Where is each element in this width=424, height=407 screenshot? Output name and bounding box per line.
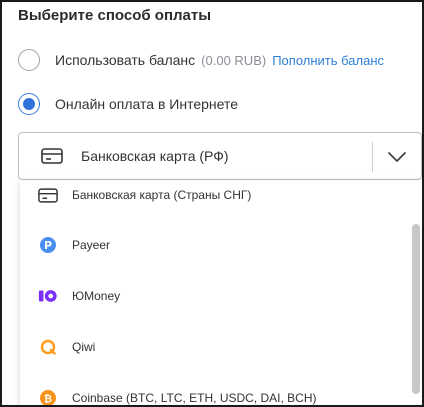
section-title: Выберите способ оплаты bbox=[18, 7, 212, 24]
dropdown-scrollbar[interactable] bbox=[412, 224, 420, 394]
svg-text:₿: ₿ bbox=[44, 393, 52, 405]
coinbase-icon: ₿ bbox=[38, 388, 58, 405]
balance-radio[interactable] bbox=[18, 49, 40, 71]
select-divider bbox=[372, 142, 373, 172]
balance-amount: (0.00 RUB) bbox=[201, 52, 267, 68]
card-icon bbox=[38, 185, 58, 205]
balance-option[interactable]: Использовать баланс (0.00 RUB) Пополнить… bbox=[18, 47, 384, 73]
payment-method-dropdown: Банковская карта (Страны СНГ) P Payeer Ю… bbox=[20, 180, 422, 405]
payment-method-panel: Выберите способ оплаты Использовать бала… bbox=[0, 0, 424, 407]
qiwi-icon bbox=[38, 337, 58, 357]
yoomoney-icon bbox=[38, 286, 58, 306]
option-label: Qiwi bbox=[72, 340, 96, 354]
balance-label: Использовать баланс bbox=[55, 52, 196, 68]
radio-selected-dot bbox=[23, 98, 35, 110]
dropdown-option-cis-card[interactable]: Банковская карта (Страны СНГ) bbox=[20, 180, 408, 210]
online-payment-option[interactable]: Онлайн оплата в Интернете bbox=[18, 91, 238, 117]
dropdown-option-payeer[interactable]: P Payeer bbox=[20, 230, 408, 260]
topup-balance-link[interactable]: Пополнить баланс bbox=[272, 53, 384, 68]
dropdown-option-yoomoney[interactable]: ЮMoney bbox=[20, 281, 408, 311]
online-payment-radio[interactable] bbox=[18, 93, 40, 115]
svg-text:P: P bbox=[44, 239, 52, 252]
option-label: ЮMoney bbox=[72, 289, 121, 303]
online-payment-label: Онлайн оплата в Интернете bbox=[55, 96, 239, 112]
payeer-icon: P bbox=[38, 235, 58, 255]
option-label: Coinbase (BTC, LTC, ETH, USDC, DAI, BCH) bbox=[72, 391, 317, 405]
option-label: Payeer bbox=[72, 238, 111, 252]
dropdown-option-qiwi[interactable]: Qiwi bbox=[20, 332, 408, 362]
card-icon bbox=[41, 148, 63, 164]
option-label: Банковская карта (Страны СНГ) bbox=[72, 188, 252, 202]
selected-payment-method: Банковская карта (РФ) bbox=[81, 148, 229, 164]
payment-method-select[interactable]: Банковская карта (РФ) bbox=[18, 132, 422, 180]
dropdown-option-coinbase[interactable]: ₿ Coinbase (BTC, LTC, ETH, USDC, DAI, BC… bbox=[20, 383, 408, 405]
chevron-down-icon[interactable] bbox=[385, 145, 409, 169]
